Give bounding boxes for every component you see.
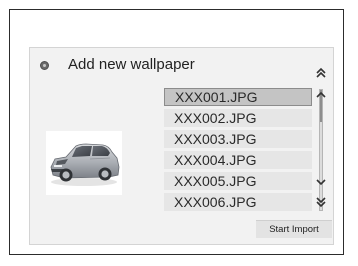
scrollbar[interactable] [319, 89, 323, 211]
chevron-down-icon[interactable] [315, 175, 327, 187]
file-row[interactable]: XXX006.JPG [164, 193, 312, 211]
car-thumbnail [46, 131, 122, 195]
file-row[interactable]: XXX005.JPG [164, 172, 312, 190]
file-row[interactable]: XXX003.JPG [164, 130, 312, 148]
file-row[interactable]: XXX004.JPG [164, 151, 312, 169]
file-list: XXX001.JPG XXX002.JPG XXX003.JPG XXX004.… [164, 88, 312, 214]
file-name: XXX001.JPG [175, 89, 258, 105]
double-chevron-down-icon[interactable] [315, 195, 327, 208]
gear-icon [40, 61, 49, 70]
dialog-title-bar: Add new wallpaper [30, 48, 333, 82]
file-name: XXX006.JPG [174, 194, 257, 210]
screen-frame: Add new wallpaper XXX001.JPG XXX002.JPG … [9, 9, 344, 255]
car-image [50, 143, 120, 186]
file-name: XXX005.JPG [174, 173, 257, 189]
double-chevron-up-icon[interactable] [315, 66, 327, 78]
file-row[interactable]: XXX002.JPG [164, 109, 312, 127]
file-name: XXX002.JPG [174, 110, 257, 126]
add-wallpaper-dialog: Add new wallpaper XXX001.JPG XXX002.JPG … [29, 47, 334, 245]
dialog-title: Add new wallpaper [68, 56, 195, 73]
file-row[interactable]: XXX001.JPG [164, 88, 312, 106]
start-import-button[interactable]: Start Import [256, 220, 332, 238]
file-name: XXX003.JPG [174, 131, 257, 147]
chevron-up-icon[interactable] [315, 88, 327, 100]
file-name: XXX004.JPG [174, 152, 257, 168]
